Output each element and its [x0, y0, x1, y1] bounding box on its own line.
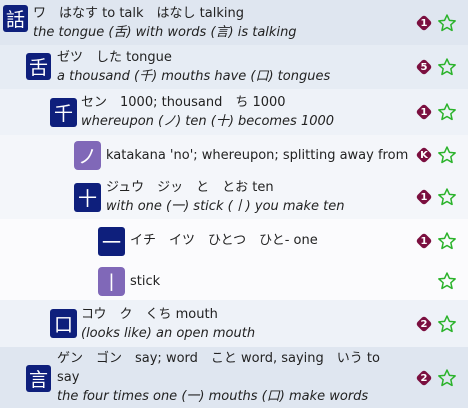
kanji-info: ゲン ゴン say; word こと word, saying いう to say…	[57, 349, 380, 406]
kanji-decomposition-tree: 話ワ はなす to talk はなし talking the tongue (舌)…	[0, 0, 468, 408]
kanji-info: ゼツ した tongue a thousand (千) mouths have (…	[57, 48, 330, 86]
star-outline-icon[interactable]	[437, 13, 457, 33]
level-badge: 1	[415, 14, 433, 32]
kanji-row[interactable]: 千セン 1000; thousand ち 1000 whereupon (ノ) t…	[0, 89, 468, 135]
level-badge: 1	[415, 103, 433, 121]
level-badge: 2	[415, 369, 433, 387]
mnemonic: whereupon (ノ) ten (十) becomes 1000	[81, 114, 335, 129]
kanji-row[interactable]: 一イチ イツ ひとつ ひと- one 1	[0, 219, 468, 262]
component-glyph[interactable]: ノ	[74, 141, 101, 170]
kanji-glyph[interactable]: 一	[98, 227, 125, 256]
kanji-glyph[interactable]: 十	[74, 183, 101, 212]
readings-and-meanings: コウ ク くち mouth	[81, 307, 218, 322]
star-outline-icon[interactable]	[437, 271, 457, 291]
kanji-row[interactable]: 舌ゼツ した tongue a thousand (千) mouths have …	[0, 45, 468, 89]
star-outline-icon[interactable]	[437, 57, 457, 77]
level-badge: K	[415, 146, 433, 164]
kanji-glyph[interactable]: 千	[50, 98, 77, 127]
readings-and-meanings: stick	[130, 274, 161, 289]
star-outline-icon[interactable]	[437, 368, 457, 388]
level-badge-label: 1	[420, 191, 428, 203]
kanji-info: katakana 'no'; whereupon; splitting away…	[106, 146, 408, 165]
star-outline-icon[interactable]	[437, 314, 457, 334]
kanji-glyph[interactable]: 言	[26, 365, 51, 392]
level-badge-label: 2	[420, 318, 428, 330]
kanji-info: コウ ク くち mouth (looks like) an open mouth	[81, 305, 255, 343]
kanji-glyph[interactable]: 話	[3, 5, 28, 32]
kanji-info: ジュウ ジッ と とお ten with one (一) stick (丨) yo…	[106, 178, 345, 216]
level-badge-label: 1	[420, 17, 428, 29]
level-badge: 1	[415, 188, 433, 206]
kanji-row[interactable]: 話ワ はなす to talk はなし talking the tongue (舌)…	[0, 0, 468, 45]
star-outline-icon[interactable]	[437, 187, 457, 207]
level-badge-label: K	[420, 149, 428, 161]
component-glyph[interactable]: 丨	[98, 267, 125, 296]
readings-and-meanings: ゼツ した tongue	[57, 50, 172, 65]
level-badge: 1	[415, 232, 433, 250]
mnemonic: the four times one (一) mouths (口) make w…	[57, 389, 369, 404]
kanji-row[interactable]: 丨 stick	[0, 262, 468, 300]
mnemonic: with one (一) stick (丨) you make ten	[106, 199, 345, 214]
level-badge: 5	[415, 58, 433, 76]
level-badge-label: 5	[420, 61, 428, 73]
readings-and-meanings: ジュウ ジッ と とお ten	[106, 180, 274, 195]
kanji-glyph[interactable]: 舌	[26, 53, 51, 80]
kanji-info: セン 1000; thousand ち 1000 whereupon (ノ) te…	[81, 93, 334, 131]
star-outline-icon[interactable]	[437, 231, 457, 251]
kanji-row[interactable]: 口コウ ク くち mouth (looks like) an open mouth…	[0, 300, 468, 347]
mnemonic: a thousand (千) mouths have (口) tongues	[57, 69, 331, 84]
kanji-row[interactable]: 言ゲン ゴン say; word こと word, saying いう to sa…	[0, 347, 468, 408]
readings-and-meanings-cont: say	[57, 370, 80, 385]
level-badge-label: 1	[420, 106, 428, 118]
kanji-glyph[interactable]: 口	[50, 309, 77, 338]
readings-and-meanings: ワ はなす to talk はなし talking	[33, 6, 244, 21]
readings-and-meanings: ゲン ゴン say; word こと word, saying いう to	[57, 351, 380, 366]
kanji-info: stick	[130, 272, 160, 291]
level-badge-label: 2	[420, 372, 428, 384]
star-outline-icon[interactable]	[437, 145, 457, 165]
readings-and-meanings: イチ イツ ひとつ ひと- one	[130, 233, 318, 248]
level-badge: 2	[415, 315, 433, 333]
readings-and-meanings: セン 1000; thousand ち 1000	[81, 95, 286, 110]
kanji-row[interactable]: 十ジュウ ジッ と とお ten with one (一) stick (丨) y…	[0, 175, 468, 219]
star-outline-icon[interactable]	[437, 102, 457, 122]
kanji-row[interactable]: ノ katakana 'no'; whereupon; splitting awa…	[0, 135, 468, 175]
kanji-info: ワ はなす to talk はなし talking the tongue (舌) …	[33, 4, 297, 42]
mnemonic: (looks like) an open mouth	[81, 326, 256, 341]
kanji-info: イチ イツ ひとつ ひと- one	[130, 231, 318, 250]
readings-and-meanings: katakana 'no'; whereupon; splitting away…	[106, 148, 409, 163]
mnemonic: the tongue (舌) with words (言) is talking	[33, 25, 297, 40]
level-badge-label: 1	[420, 235, 428, 247]
